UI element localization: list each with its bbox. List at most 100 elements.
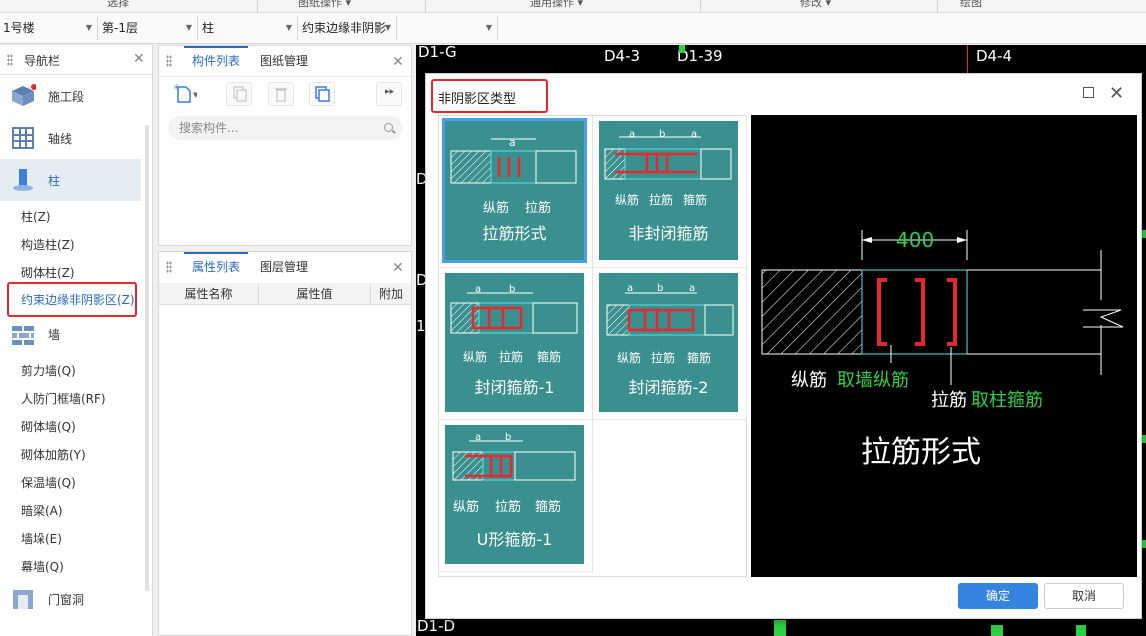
svg-text:✳: ✳ xyxy=(173,83,180,92)
layer-icon xyxy=(12,84,36,106)
nav-item-civil-defense-wall[interactable]: 人防门框墙(RF) xyxy=(21,390,106,407)
cancel-button[interactable]: 取消 xyxy=(1044,583,1124,609)
expand-toolbar-button[interactable]: ▸▸ xyxy=(376,82,402,106)
nav-item-masonry-reinforcement[interactable]: 砌体加筋(Y) xyxy=(21,446,86,463)
svg-text:▼: ▼ xyxy=(193,91,197,99)
column-header-property-value: 属性值 xyxy=(259,283,371,305)
axis-label: D4-3 xyxy=(604,47,641,65)
type-preview-panel: 400 纵筋 取墙纵筋 拉筋 取柱箍筋 拉筋形式 xyxy=(751,115,1137,577)
nav-item-masonry-column[interactable]: 砌体柱(Z) xyxy=(21,264,75,281)
column-header-extra: 附加 xyxy=(378,287,403,301)
type-option-u-stirrup-1[interactable]: a b 纵筋 拉筋 箍筋 U形箍筋-1 xyxy=(439,420,593,572)
tab-property-list[interactable]: 属性列表 xyxy=(184,252,249,282)
column-header-property-name: 属性名称 xyxy=(159,283,259,305)
type-caption: 非封闭箍筋 xyxy=(628,224,709,243)
search-placeholder: 搜索构件... xyxy=(179,121,239,135)
nav-item-insulation-wall[interactable]: 保温墙(Q) xyxy=(21,474,76,491)
nav-category-door-window[interactable]: 门窗洞 xyxy=(0,578,141,620)
nav-item-constructional-column[interactable]: 构造柱(Z) xyxy=(21,236,75,253)
nav-item-column[interactable]: 柱(Z) xyxy=(21,208,51,225)
drag-handle-icon[interactable] xyxy=(7,54,13,66)
preview-label-longitudinal: 纵筋 xyxy=(791,370,827,391)
dimension-label: a xyxy=(689,283,696,294)
trash-icon xyxy=(275,88,287,102)
type-option-closed-stirrup-1[interactable]: a b 纵筋 拉筋 箍筋 封闭箍筋-1 xyxy=(439,268,593,420)
category-select-value: 柱 xyxy=(202,21,215,35)
nav-item-curtain-wall[interactable]: 幕墙(Q) xyxy=(21,558,64,575)
type-card: a b 纵筋 拉筋 箍筋 U形箍筋-1 xyxy=(445,425,584,564)
duplicate-icon xyxy=(315,86,330,102)
nav-scrollbar[interactable] xyxy=(145,125,149,591)
ribbon-group-draw[interactable]: 绘图 xyxy=(960,0,982,10)
nav-category-construction-stage[interactable]: 施工段 xyxy=(0,75,141,117)
confirm-button[interactable]: 确定 xyxy=(958,583,1038,609)
building-select-value: 1号楼 xyxy=(3,21,35,35)
nav-category-column[interactable]: 柱 xyxy=(0,159,141,201)
maximize-icon[interactable] xyxy=(1083,87,1094,98)
drag-handle-icon[interactable] xyxy=(166,261,172,273)
navigation-panel: 导航栏 ✕ 施工段 轴线 柱 柱(Z) 构造柱(Z) 砌体柱(Z) 约束边缘非阴… xyxy=(0,45,153,636)
tab-component-list[interactable]: 构件列表 xyxy=(184,46,249,76)
nav-category-axis[interactable]: 轴线 xyxy=(0,117,141,159)
nav-item-shear-wall[interactable]: 剪力墙(Q) xyxy=(21,362,76,379)
grid-line xyxy=(967,45,968,73)
grid-line xyxy=(1076,625,1086,636)
close-icon[interactable]: ✕ xyxy=(133,51,145,67)
component-select[interactable]: ▼ xyxy=(398,16,498,40)
dimension-label: b xyxy=(659,129,666,140)
drag-handle-icon[interactable] xyxy=(166,55,172,67)
copy-button[interactable] xyxy=(226,82,252,106)
nav-item-hidden-beam[interactable]: 暗梁(A) xyxy=(21,502,63,519)
close-icon[interactable]: ✕ xyxy=(392,260,404,276)
ribbon-group-drawing-ops[interactable]: 图纸操作 ▾ xyxy=(298,0,351,10)
nav-category-label: 柱 xyxy=(48,174,61,188)
ribbon-group-common-ops[interactable]: 通用操作 ▾ xyxy=(530,0,583,10)
diagram-label: 拉筋 xyxy=(649,193,674,207)
nav-category-label: 施工段 xyxy=(48,90,85,104)
close-icon[interactable]: ✕ xyxy=(1109,83,1124,104)
type-option-open-stirrup[interactable]: a b a 纵筋 拉筋 箍筋 非封闭箍筋 xyxy=(593,116,747,268)
building-select[interactable]: 1号楼 ▼ xyxy=(0,16,98,40)
nav-item-wall-pier[interactable]: 墙垛(E) xyxy=(21,530,62,547)
type-select[interactable]: 约束边缘非阴影 ▼ xyxy=(299,16,397,40)
dimension-label: a xyxy=(509,136,516,149)
axis-label: D1-D xyxy=(417,617,456,635)
type-card: a 纵筋 拉筋 拉筋形式 xyxy=(442,118,587,263)
floor-select[interactable]: 第-1层 ▼ xyxy=(99,16,198,40)
diagram-label: 箍筋 xyxy=(535,500,562,515)
dimension-label: a xyxy=(629,129,636,140)
category-select[interactable]: 柱 ▼ xyxy=(199,16,298,40)
component-search-input[interactable]: 搜索构件... xyxy=(168,116,403,140)
type-select-value: 约束边缘非阴影 xyxy=(302,21,387,35)
preview-label-tie-bar-source: 取柱箍筋 xyxy=(971,390,1043,411)
diagram-label: 纵筋 xyxy=(453,500,480,515)
double-chevron-right-icon: ▸▸ xyxy=(385,87,395,97)
tab-drawing-management[interactable]: 图纸管理 xyxy=(252,46,316,76)
diagram-label: 纵筋 xyxy=(483,201,510,216)
nav-item-masonry-wall[interactable]: 砌体墙(Q) xyxy=(21,418,76,435)
close-icon[interactable]: ✕ xyxy=(392,54,404,70)
property-list-panel: 属性列表 图层管理 ✕ 属性名称 属性值 附加 xyxy=(158,251,412,636)
type-card: a b a 纵筋 拉筋 箍筋 非封闭箍筋 xyxy=(599,121,738,260)
layer-copy-button[interactable] xyxy=(309,82,335,106)
nav-panel-header: 导航栏 ✕ xyxy=(0,45,152,75)
delete-button[interactable] xyxy=(268,82,294,106)
nav-category-wall[interactable]: 墙 xyxy=(0,313,141,355)
dimension-label: a xyxy=(475,432,482,443)
type-option-tie-bar[interactable]: a 纵筋 拉筋 拉筋形式 xyxy=(439,116,593,268)
tab-layer-management[interactable]: 图层管理 xyxy=(252,252,316,282)
divider xyxy=(425,0,426,12)
ribbon-group-modify[interactable]: 修改 ▾ xyxy=(800,0,831,10)
type-option-closed-stirrup-2[interactable]: a b a 纵筋 拉筋 箍筋 封闭箍筋-2 xyxy=(593,268,747,420)
grid-line xyxy=(991,625,1003,636)
type-caption: U形箍筋-1 xyxy=(476,530,553,549)
preview-label-tie-bar: 拉筋 xyxy=(931,390,967,411)
ribbon-group-select[interactable]: 选择 xyxy=(107,0,129,10)
divider xyxy=(159,76,411,77)
divider xyxy=(257,0,258,12)
divider xyxy=(937,0,938,12)
type-card: a b a 纵筋 拉筋 箍筋 封闭箍筋-2 xyxy=(599,273,738,412)
chevron-down-icon: ▼ xyxy=(85,23,92,32)
divider xyxy=(700,0,701,12)
new-component-button[interactable]: ✳ ▼ xyxy=(171,82,199,106)
